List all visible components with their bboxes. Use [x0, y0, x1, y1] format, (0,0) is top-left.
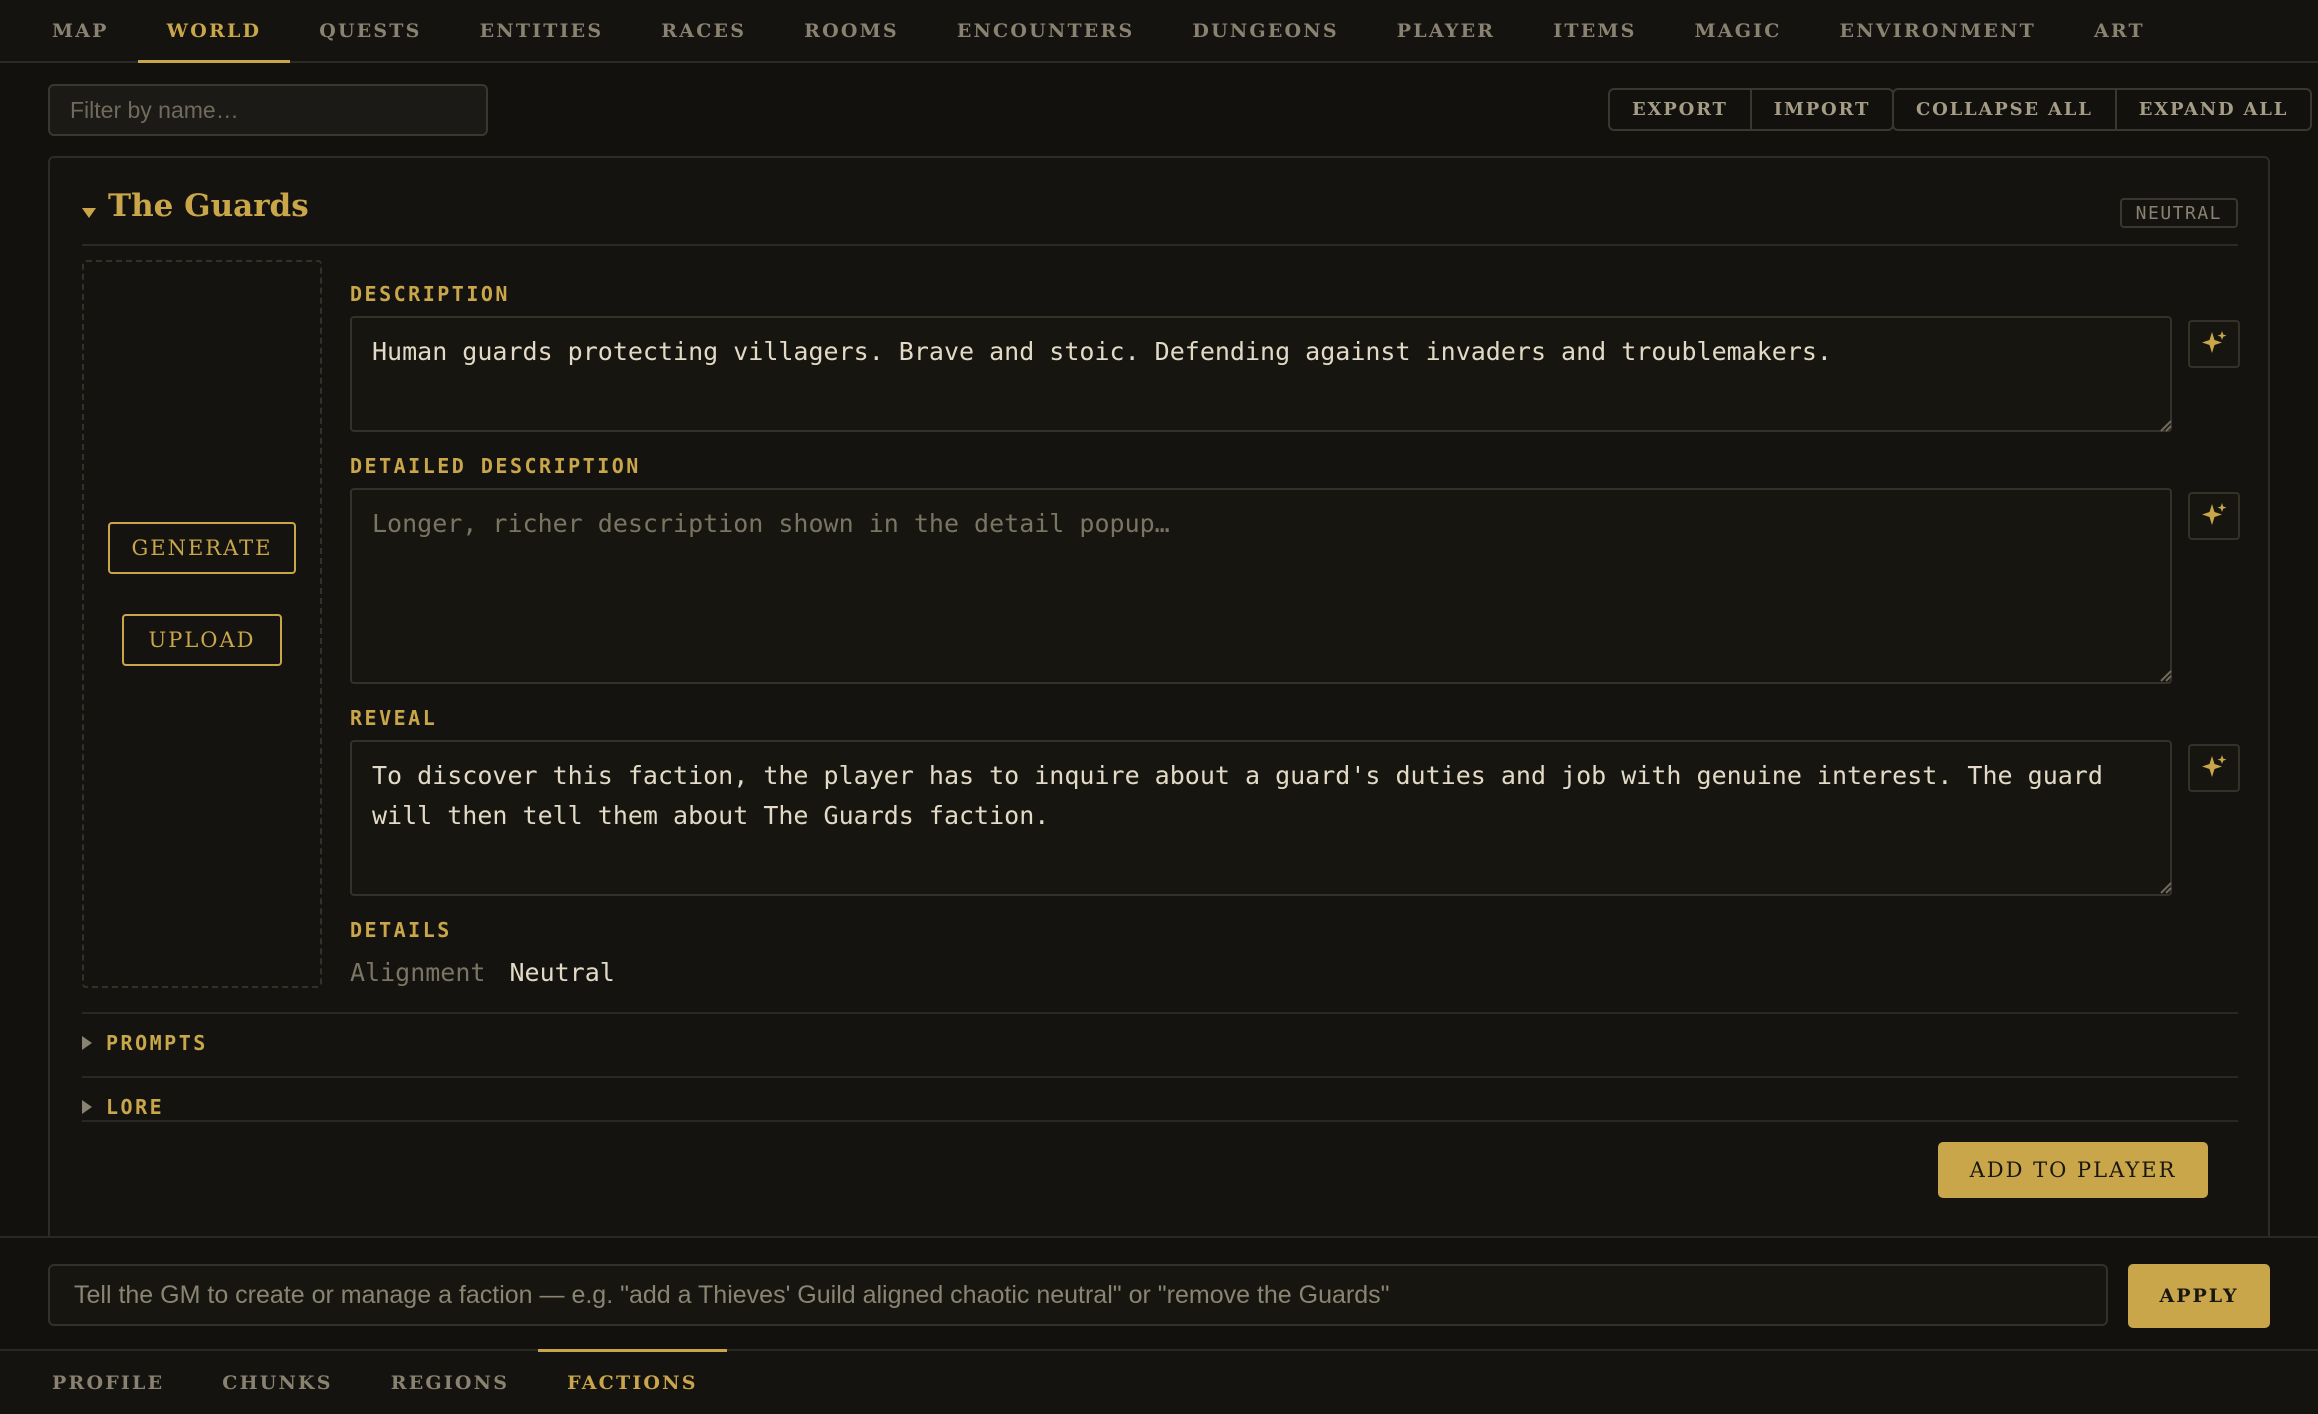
- apply-button[interactable]: APPLY: [2128, 1264, 2270, 1328]
- tab-factions[interactable]: FACTIONS: [538, 1349, 727, 1414]
- tab-art[interactable]: ART: [2065, 0, 2174, 61]
- tab-environment[interactable]: ENVIRONMENT: [1811, 0, 2065, 61]
- caret-right-icon: [82, 1036, 92, 1050]
- divider: [82, 1076, 2238, 1078]
- detailed-description-label: DETAILED DESCRIPTION: [350, 454, 641, 478]
- reveal-textarea[interactable]: To discover this faction, the player has…: [350, 740, 2172, 896]
- detailed-description-textarea[interactable]: [350, 488, 2172, 684]
- lore-label: LORE: [106, 1095, 165, 1119]
- gm-command-input[interactable]: [48, 1264, 2108, 1326]
- faction-card: The Guards NEUTRAL GENERATE UPLOAD DESCR…: [48, 156, 2270, 1246]
- tab-chunks[interactable]: CHUNKS: [193, 1351, 361, 1414]
- sparkle-icon: [2202, 755, 2227, 777]
- collapse-all-button[interactable]: COLLAPSE ALL: [1894, 90, 2115, 129]
- tab-races[interactable]: RACES: [632, 0, 775, 61]
- alignment-key: Alignment: [350, 958, 486, 987]
- faction-title: The Guards: [108, 188, 309, 224]
- filter-input[interactable]: [48, 84, 488, 136]
- bottom-nav: PROFILE CHUNKS REGIONS FACTIONS: [0, 1349, 2318, 1414]
- tab-map[interactable]: MAP: [23, 0, 138, 61]
- export-button[interactable]: EXPORT: [1610, 90, 1750, 129]
- collapse-expand-group: COLLAPSE ALL EXPAND ALL: [1892, 88, 2313, 131]
- upload-image-button[interactable]: UPLOAD: [122, 614, 282, 666]
- lore-section-toggle[interactable]: LORE: [82, 1090, 164, 1124]
- tab-entities[interactable]: ENTITIES: [451, 0, 633, 61]
- generate-detailed-description-button[interactable]: [2188, 492, 2240, 540]
- expand-all-button[interactable]: EXPAND ALL: [2114, 90, 2310, 129]
- import-button[interactable]: IMPORT: [1749, 90, 1892, 129]
- alignment-value: Neutral: [509, 958, 615, 987]
- sparkle-icon: [2202, 331, 2227, 353]
- tab-rooms[interactable]: ROOMS: [775, 0, 928, 61]
- caret-right-icon: [82, 1100, 92, 1114]
- tab-items[interactable]: ITEMS: [1524, 0, 1665, 61]
- caret-down-icon[interactable]: [82, 208, 96, 218]
- faction-image-slot: GENERATE UPLOAD: [82, 260, 322, 988]
- tab-player[interactable]: PLAYER: [1368, 0, 1524, 61]
- top-nav: MAP WORLD QUESTS ENTITIES RACES ROOMS EN…: [0, 0, 2318, 63]
- tab-world[interactable]: WORLD: [137, 0, 291, 63]
- tab-dungeons[interactable]: DUNGEONS: [1163, 0, 1367, 61]
- tab-encounters[interactable]: ENCOUNTERS: [928, 0, 1164, 61]
- gm-command-bar: APPLY: [0, 1236, 2318, 1350]
- tab-magic[interactable]: MAGIC: [1666, 0, 1811, 61]
- reveal-label: REVEAL: [350, 706, 438, 730]
- description-label: DESCRIPTION: [350, 282, 510, 306]
- export-import-group: EXPORT IMPORT: [1608, 88, 1895, 131]
- tab-quests[interactable]: QUESTS: [290, 0, 450, 61]
- sparkle-icon: [2202, 503, 2227, 525]
- prompts-label: PROMPTS: [106, 1031, 208, 1055]
- divider: [82, 1120, 2238, 1122]
- tab-regions[interactable]: REGIONS: [362, 1351, 538, 1414]
- generate-reveal-button[interactable]: [2188, 744, 2240, 792]
- generate-image-button[interactable]: GENERATE: [108, 522, 296, 574]
- faction-card-header[interactable]: The Guards NEUTRAL: [82, 184, 2238, 246]
- generate-description-button[interactable]: [2188, 320, 2240, 368]
- tab-profile[interactable]: PROFILE: [23, 1351, 193, 1414]
- prompts-section-toggle[interactable]: PROMPTS: [82, 1026, 208, 1060]
- alignment-row: Alignment Neutral: [350, 958, 615, 987]
- alignment-badge: NEUTRAL: [2119, 198, 2238, 228]
- details-label: DETAILS: [350, 918, 452, 942]
- description-textarea[interactable]: Human guards protecting villagers. Brave…: [350, 316, 2172, 432]
- divider: [82, 1012, 2238, 1014]
- add-to-player-button[interactable]: ADD TO PLAYER: [1938, 1142, 2208, 1198]
